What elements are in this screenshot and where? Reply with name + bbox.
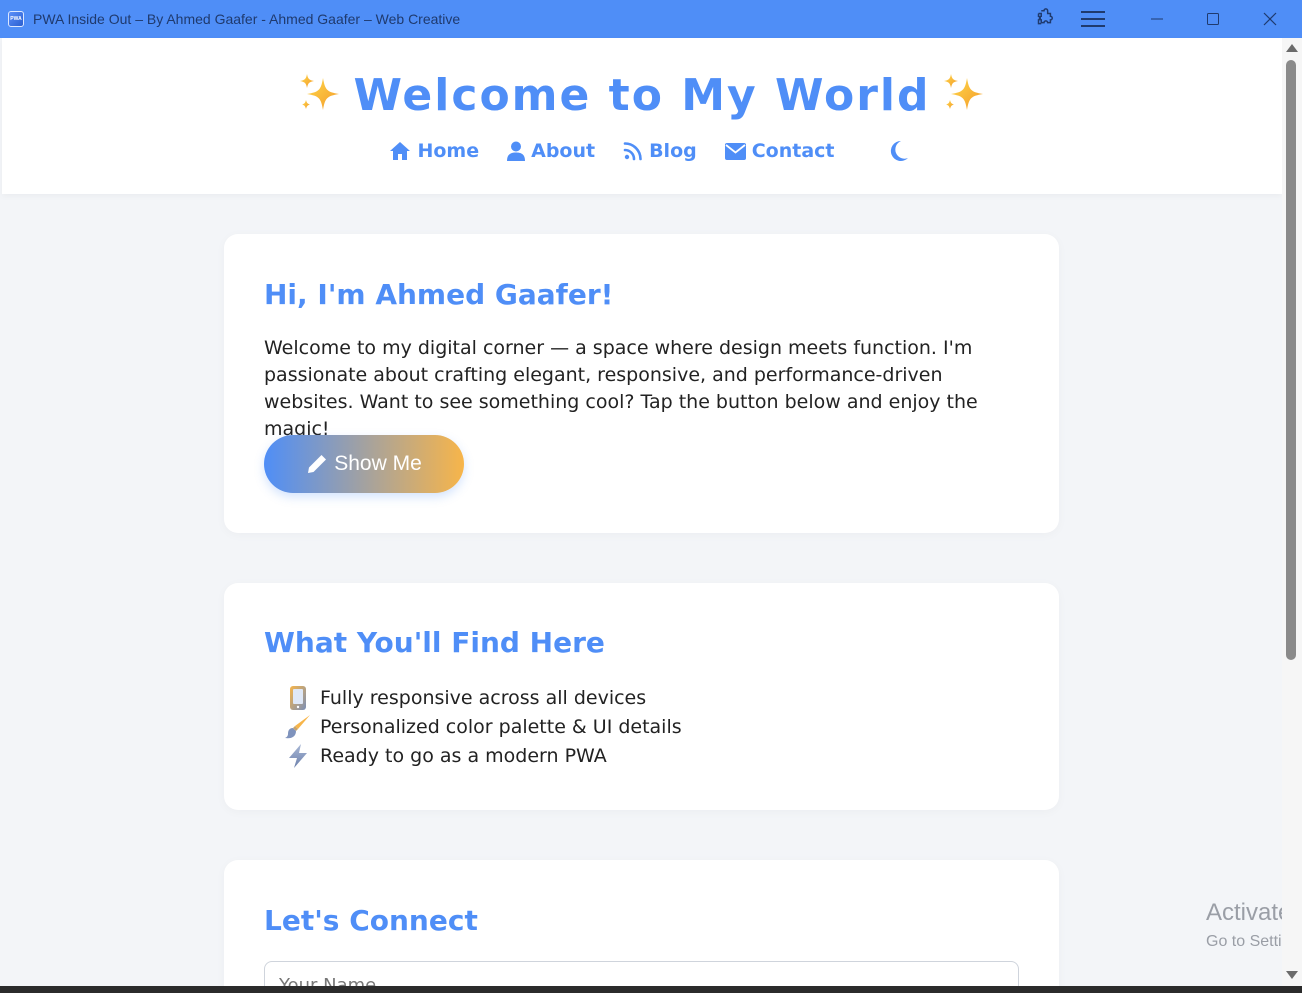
moon-icon [890,140,908,161]
intro-card: Hi, I'm Ahmed Gaafer! Welcome to my digi… [224,234,1059,533]
nav-contact-label: Contact [751,140,835,162]
contact-heading: Let's Connect [264,904,478,937]
envelope-icon [724,142,746,160]
paintbrush-icon [284,714,312,740]
intro-paragraph: Welcome to my digital corner — a space w… [264,337,978,440]
theme-toggle-button[interactable] [889,140,909,162]
list-item: Fully responsive across all devices [284,683,682,712]
contact-card: Let's Connect [224,860,1059,993]
nav-blog-label: Blog [649,140,697,162]
activate-windows-title: Activate Windows [1206,899,1282,926]
feature-text: Ready to go as a modern PWA [320,744,607,767]
lightning-icon [284,743,312,769]
show-me-button[interactable]: Show Me [264,435,464,493]
site-header: Welcome to My World Home About Blog Cont… [2,38,1282,194]
list-item: Personalized color palette & UI details [284,712,682,741]
sparkle-icon [941,72,987,125]
show-me-label: Show Me [334,452,422,475]
scrollbar-thumb[interactable] [1286,60,1296,660]
feature-text: Personalized color palette & UI details [320,715,682,738]
sparkle-icon [297,72,343,125]
site-title-text: Welcome to My World [353,70,931,121]
features-heading: What You'll Find Here [264,626,605,659]
minimize-button[interactable] [1135,0,1179,38]
nav-home-link[interactable]: Home [389,140,479,162]
app-menu-icon[interactable] [1071,0,1115,38]
rss-icon [623,142,642,161]
activate-windows-watermark: Activate Windows Go to Settings to activ… [1206,898,1282,956]
home-icon [390,142,411,160]
vertical-scrollbar[interactable] [1282,38,1302,986]
activate-windows-subtitle: Go to Settings to activate Windows. [1206,933,1282,950]
scroll-up-arrow-icon[interactable] [1286,44,1298,52]
close-button[interactable] [1248,0,1292,38]
mobile-phone-icon [284,685,312,711]
window-titlebar: PWA PWA Inside Out – By Ahmed Gaafer - A… [0,0,1302,38]
extensions-icon[interactable] [1022,0,1066,38]
scroll-down-arrow-icon[interactable] [1286,971,1298,979]
maximize-button[interactable] [1191,0,1235,38]
window-title: PWA Inside Out – By Ahmed Gaafer - Ahmed… [33,11,461,27]
list-item: Ready to go as a modern PWA [284,741,682,770]
feature-text: Fully responsive across all devices [320,686,647,709]
intro-heading: Hi, I'm Ahmed Gaafer! [264,278,614,311]
window-bottom-edge [0,986,1302,993]
site-title: Welcome to My World [2,70,1282,125]
user-icon [507,141,526,161]
pencil-icon [308,455,327,473]
nav-home-label: Home [417,140,480,162]
features-card: What You'll Find Here Fully responsive a… [224,583,1059,810]
nav-contact-link[interactable]: Contact [724,140,835,162]
nav-about-label: About [531,140,596,162]
pwa-app-icon: PWA [8,11,24,27]
main-nav: Home About Blog Contact [2,136,1282,166]
nav-blog-link[interactable]: Blog [623,140,697,162]
features-list: Fully responsive across all devices Pers… [284,683,682,770]
nav-about-link[interactable]: About [507,140,595,162]
